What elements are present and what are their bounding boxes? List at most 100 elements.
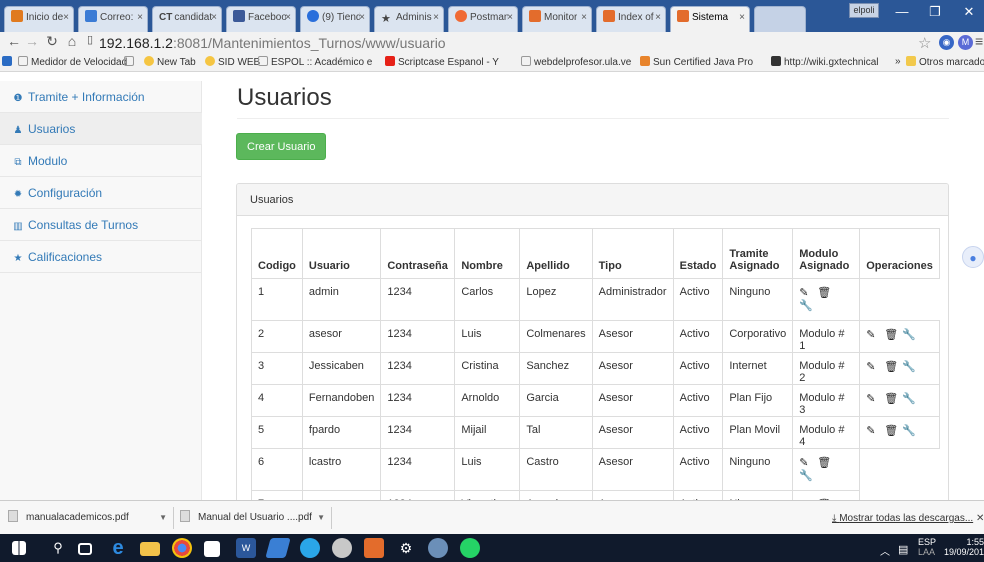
bookmark[interactable]: Scriptcase Espanol - Y <box>385 56 499 68</box>
browser-tab[interactable]: Monitor × <box>522 6 592 32</box>
bookmark-star-icon[interactable]: ☆ <box>918 34 931 52</box>
new-tab-button[interactable] <box>754 6 806 32</box>
tab-close-icon[interactable]: × <box>63 7 69 29</box>
trash-icon[interactable]: 🗑 <box>884 424 898 437</box>
cell-operations: ✎ 🗑 🔧 <box>859 352 941 385</box>
language-indicator[interactable]: ESP LAA <box>918 537 936 557</box>
wrench-icon[interactable]: 🔧 <box>902 392 916 405</box>
close-window-icon[interactable]: ✕ <box>954 4 984 20</box>
bookmark[interactable]: Medidor de Velocidad <box>18 56 127 68</box>
sidebar-item-calificaciones[interactable]: ★ Calificaciones <box>0 241 202 273</box>
cell-contrasena: 1234 <box>380 416 456 449</box>
minimize-icon[interactable]: — <box>887 4 917 19</box>
microphone-icon[interactable]: ● <box>962 246 984 268</box>
trash-icon[interactable]: 🗑 <box>817 286 831 299</box>
browser-tab[interactable]: Inicio de × <box>4 6 74 32</box>
app-icon[interactable] <box>265 538 291 558</box>
sidebar-item-tramite[interactable]: ❶ Tramite + Información <box>0 81 202 113</box>
browser-tab[interactable]: CT candidat × <box>152 6 222 32</box>
tab-close-icon[interactable]: × <box>211 7 217 29</box>
edit-icon[interactable]: ✎ <box>799 286 811 299</box>
browser-tab[interactable]: Correo: × <box>78 6 148 32</box>
notification-icon[interactable]: ▤ <box>898 543 908 556</box>
clock[interactable]: 1:5519/09/2016 <box>944 537 984 557</box>
apps-icon[interactable] <box>2 56 15 68</box>
whatsapp-icon[interactable] <box>460 538 480 558</box>
tab-close-icon[interactable]: × <box>581 7 587 29</box>
back-icon[interactable]: ← <box>4 33 24 49</box>
close-icon[interactable]: ✕ <box>976 513 984 524</box>
skype-icon[interactable] <box>300 538 320 558</box>
browser-tab[interactable]: Postman × <box>448 6 518 32</box>
bookmark[interactable]: http://wiki.gxtechnical <box>771 56 879 68</box>
task-view-icon[interactable] <box>78 543 92 555</box>
browser-tab[interactable]: Faceboo × <box>226 6 296 32</box>
chevron-up-icon[interactable]: ︿ <box>880 543 890 558</box>
sidebar-item-modulo[interactable]: ⧉ Modulo <box>0 145 202 177</box>
sidebar-item-configuracion[interactable]: ✹ Configuración <box>0 177 202 209</box>
bookmark[interactable] <box>124 56 137 68</box>
trash-icon[interactable]: 🗑 <box>817 456 831 469</box>
tab-close-icon[interactable]: × <box>137 7 143 29</box>
create-user-button[interactable]: Crear Usuario <box>236 133 327 160</box>
windows-start-icon[interactable] <box>12 541 26 555</box>
gear-icon[interactable]: ⚙ <box>396 538 416 558</box>
postman-icon <box>455 10 467 22</box>
chevron-down-icon[interactable]: ▼ <box>317 507 325 529</box>
bookmarks-overflow[interactable]: » <box>895 56 901 67</box>
chevron-down-icon[interactable]: ▼ <box>159 507 167 529</box>
search-icon[interactable]: ⚲ <box>48 538 68 558</box>
word-icon[interactable]: W <box>236 538 256 558</box>
trash-icon[interactable]: 🗑 <box>884 392 898 405</box>
trash-icon[interactable]: 🗑 <box>884 328 898 341</box>
browser-tab[interactable]: (9) Tiend × <box>300 6 370 32</box>
browser-tab[interactable]: ★ Adminis × <box>374 6 444 32</box>
app-icon[interactable] <box>428 538 448 558</box>
tab-close-icon[interactable]: × <box>739 7 745 29</box>
trash-icon[interactable]: 🗑 <box>884 360 898 373</box>
bookmark[interactable]: ESPOL :: Académico e <box>258 56 372 68</box>
bookmark-folder[interactable]: Otros marcadores <box>906 56 984 68</box>
browser-tab-active[interactable]: Sistema × <box>670 6 750 32</box>
store-icon[interactable] <box>204 541 220 557</box>
tab-close-icon[interactable]: × <box>433 7 439 29</box>
show-all-downloads-link[interactable]: ⤓ Mostrar todas las descargas... <box>832 513 973 524</box>
download-item[interactable]: manualacademicos.pdf ▼ <box>4 507 174 529</box>
profile-badge[interactable]: elpoli <box>849 3 879 18</box>
file-explorer-icon[interactable] <box>140 542 160 556</box>
wrench-icon[interactable]: 🔧 <box>902 328 916 341</box>
sidebar-item-usuarios[interactable]: ♟ Usuarios <box>0 113 202 145</box>
forward-icon[interactable]: → <box>22 33 42 49</box>
edit-icon[interactable]: ✎ <box>866 392 878 405</box>
bookmark[interactable]: SID WEB <box>205 56 260 68</box>
app-icon[interactable] <box>364 538 384 558</box>
wrench-icon[interactable]: 🔧 <box>902 424 916 437</box>
edit-icon[interactable]: ✎ <box>866 424 878 437</box>
bookmark[interactable]: Sun Certified Java Pro <box>640 56 753 68</box>
url-input[interactable]: 192.168.1.2:8081/Mantenimientos_Turnos/w… <box>99 33 864 53</box>
tab-close-icon[interactable]: × <box>359 7 365 29</box>
extension-icon[interactable]: ◉ <box>939 35 954 50</box>
download-item[interactable]: Manual del Usuario ....pdf ▼ <box>176 507 332 529</box>
edit-icon[interactable]: ✎ <box>866 328 878 341</box>
wrench-icon[interactable]: 🔧 <box>902 360 916 373</box>
edit-icon[interactable]: ✎ <box>866 360 878 373</box>
wrench-icon[interactable]: 🔧 <box>799 469 813 482</box>
tab-close-icon[interactable]: × <box>507 7 513 29</box>
menu-icon[interactable]: ≡ <box>975 33 983 49</box>
bookmark[interactable]: New Tab <box>144 56 196 68</box>
edge-browser-icon[interactable]: e <box>108 538 128 558</box>
bookmark[interactable]: webdelprofesor.ula.ve <box>521 56 631 68</box>
tab-close-icon[interactable]: × <box>655 7 661 29</box>
extension-m-icon[interactable]: M <box>958 35 973 50</box>
sidebar-item-consultas[interactable]: ▥ Consultas de Turnos <box>0 209 202 241</box>
settings-app-icon[interactable] <box>332 538 352 558</box>
tab-close-icon[interactable]: × <box>285 7 291 29</box>
browser-tab[interactable]: Index of × <box>596 6 666 32</box>
chrome-icon[interactable] <box>172 538 192 558</box>
wrench-icon[interactable]: 🔧 <box>799 299 813 312</box>
edit-icon[interactable]: ✎ <box>799 456 811 469</box>
maximize-icon[interactable]: ❐ <box>920 4 950 20</box>
reload-icon[interactable]: ↻ <box>42 33 62 50</box>
home-icon[interactable]: ⌂ <box>62 33 82 49</box>
